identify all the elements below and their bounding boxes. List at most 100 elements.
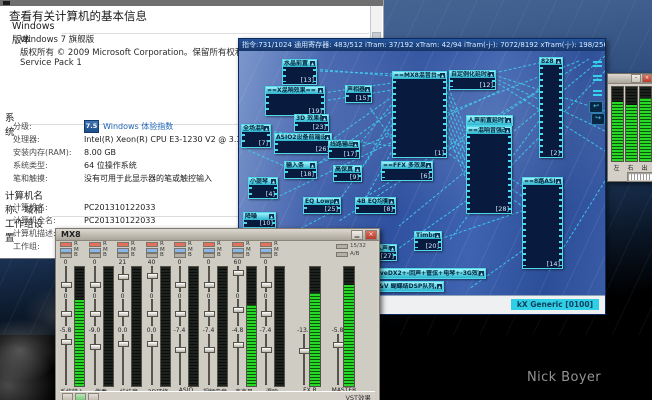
aux-slider-2[interactable]: [175, 299, 184, 326]
channel-toggle-b[interactable]: [174, 253, 186, 258]
slider-knob[interactable]: [175, 311, 186, 317]
channel-toggle-r[interactable]: [232, 242, 244, 247]
dsp-module[interactable]: EQ Lowpass▲[25]: [303, 197, 341, 214]
channel-toggle-r[interactable]: [146, 242, 158, 247]
module-header[interactable]: ==FFX 多效果==▲: [382, 162, 432, 169]
aux-slider-1[interactable]: [175, 266, 184, 292]
slider-knob[interactable]: [118, 311, 129, 317]
dsp-module[interactable]: 自定例化延时器管▲[12]: [449, 70, 496, 90]
volume-fader[interactable]: [147, 334, 156, 385]
aux-slider-2[interactable]: [204, 299, 213, 326]
wei-link[interactable]: Windows 体验指数: [103, 121, 173, 132]
channel-toggle-r[interactable]: [203, 242, 215, 247]
module-collapse-icon[interactable]: ▲: [353, 142, 358, 147]
volume-fader[interactable]: [61, 334, 70, 385]
slider-knob[interactable]: [118, 341, 129, 347]
module-header[interactable]: 3D 效果器▲: [295, 115, 328, 122]
module-header[interactable]: K&V 蝴蝶结DSP队列,====▲: [373, 282, 443, 291]
channel-toggle-b[interactable]: [203, 253, 215, 258]
corner-toggle[interactable]: [336, 252, 348, 257]
dsp-module[interactable]: ASIO2设备前端设备▲[26]: [274, 133, 332, 154]
aux-slider-2[interactable]: [61, 299, 70, 326]
slider-knob[interactable]: [233, 307, 244, 313]
channel-toggle-r[interactable]: [117, 242, 129, 247]
channel-toggle-b[interactable]: [117, 253, 129, 258]
corner-toggle[interactable]: [336, 244, 348, 249]
volume-fader[interactable]: [118, 334, 127, 385]
aux-slider-2[interactable]: [261, 299, 270, 326]
dsp-module[interactable]: 小提琴▲[4]: [248, 177, 278, 199]
slider-knob[interactable]: [147, 273, 158, 279]
module-collapse-icon[interactable]: ▲: [479, 271, 484, 276]
aux-slider-2[interactable]: [233, 299, 242, 326]
mixer-config-button[interactable]: [88, 393, 99, 400]
aux-slider-1[interactable]: [204, 266, 213, 292]
channel-toggle-r[interactable]: [89, 242, 101, 247]
aux-slider-1[interactable]: [261, 266, 270, 292]
undo-patch-icon[interactable]: ↩: [589, 101, 603, 113]
channel-toggle-r[interactable]: [60, 242, 72, 247]
aux-slider-1[interactable]: [90, 266, 99, 292]
module-collapse-icon[interactable]: ▲: [506, 118, 511, 123]
module-header[interactable]: 自定例化延时器管▲: [450, 71, 495, 78]
module-collapse-icon[interactable]: ▲: [264, 126, 269, 131]
dsp-module[interactable]: LiveDX2+-回声+管弦+电琴+-3G效果DSP队列▲: [372, 268, 486, 279]
slider-knob[interactable]: [261, 347, 272, 353]
module-collapse-icon[interactable]: ▲: [489, 72, 494, 77]
dsp-module[interactable]: 线路输出▲[17]: [328, 140, 360, 159]
volume-fader[interactable]: [90, 334, 99, 385]
slider-knob[interactable]: [118, 274, 129, 280]
channel-toggle-m[interactable]: [203, 248, 215, 253]
volume-fader[interactable]: [175, 334, 184, 385]
module-header[interactable]: Timbre▲: [415, 232, 441, 239]
slider-knob[interactable]: [233, 342, 244, 348]
module-collapse-icon[interactable]: ▲: [390, 246, 395, 251]
slider-knob[interactable]: [147, 311, 158, 317]
slider-knob[interactable]: [261, 311, 272, 317]
slider-knob[interactable]: [90, 344, 101, 350]
close-button[interactable]: ×: [365, 230, 377, 240]
dsp-module[interactable]: 降噪▲[10]: [243, 212, 276, 228]
channel-toggle-m[interactable]: [60, 248, 72, 253]
slider-knob[interactable]: [233, 270, 244, 276]
module-collapse-icon[interactable]: ▲: [322, 116, 327, 121]
close-icon[interactable]: ×: [642, 74, 652, 83]
slider-knob[interactable]: [90, 282, 101, 288]
mixer-option-button[interactable]: [62, 393, 73, 400]
aux-slider-1[interactable]: [147, 266, 156, 292]
module-collapse-icon[interactable]: ▲: [310, 61, 315, 66]
aux-slider-1[interactable]: [118, 266, 127, 292]
module-header[interactable]: 828▲: [540, 58, 562, 65]
channel-toggle-m[interactable]: [117, 248, 129, 253]
module-header[interactable]: ==8路ASIO==▲: [523, 178, 562, 185]
dsp-module[interactable]: ==MX8混音台==▲[1]: [392, 71, 447, 158]
module-collapse-icon[interactable]: ▲: [440, 73, 445, 78]
slider-knob[interactable]: [204, 311, 215, 317]
module-collapse-icon[interactable]: ▲: [365, 87, 370, 92]
dsp-module[interactable]: 高保真▲[9]: [333, 165, 362, 182]
channel-toggle-m[interactable]: [260, 248, 272, 253]
slider-knob[interactable]: [61, 339, 72, 345]
slider-knob[interactable]: [261, 282, 272, 288]
channel-toggle-b[interactable]: [60, 253, 72, 258]
module-collapse-icon[interactable]: ▲: [426, 163, 431, 168]
dsp-module[interactable]: 水晶前置▲[13]: [282, 59, 317, 85]
module-header[interactable]: 全场混响▲: [242, 125, 270, 132]
module-collapse-icon[interactable]: ▲: [556, 179, 561, 184]
volume-fader[interactable]: [204, 334, 213, 385]
dsp-module[interactable]: 输入条▲[18]: [284, 161, 317, 179]
module-header[interactable]: 输入条▲: [285, 162, 316, 169]
module-collapse-icon[interactable]: ▲: [310, 163, 315, 168]
dsp-module[interactable]: ==混响音强改==▲[28]: [466, 126, 512, 214]
dsp-module[interactable]: Timbre▲[20]: [414, 231, 442, 251]
aux-slider-2[interactable]: [90, 299, 99, 326]
module-header[interactable]: 高保真▲: [334, 166, 361, 173]
dsp-module[interactable]: ==8路ASIO==▲[14]: [522, 177, 563, 269]
module-collapse-icon[interactable]: ▲: [556, 59, 561, 64]
module-header[interactable]: 水晶前置▲: [283, 60, 316, 67]
module-header[interactable]: 小提琴▲: [249, 178, 277, 185]
module-collapse-icon[interactable]: ▲: [271, 179, 276, 184]
volume-fader[interactable]: [333, 334, 342, 385]
module-header[interactable]: ==混响音强改==▲: [467, 127, 511, 134]
minimize-button[interactable]: –: [631, 74, 641, 83]
